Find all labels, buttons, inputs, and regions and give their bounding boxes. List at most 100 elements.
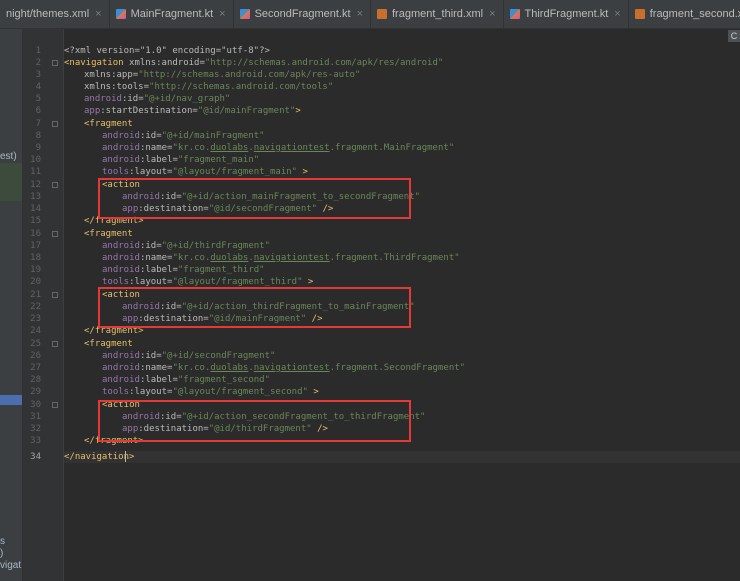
- xml-value: "@layout/fragment_second": [172, 387, 308, 397]
- line-number: 27: [30, 363, 41, 373]
- line-number: 26: [30, 351, 41, 361]
- tab-5[interactable]: fragment_second.xml×: [629, 0, 740, 28]
- xml-value: .fragment.SecondFragment": [329, 363, 466, 373]
- fold-marker-icon[interactable]: [52, 60, 58, 66]
- xml-attr: xmlns:android=: [123, 58, 205, 68]
- xml-attr: :name=: [139, 143, 173, 153]
- line-number: 3: [35, 70, 41, 80]
- xml-tag: >: [313, 387, 319, 397]
- line-number: 15: [30, 216, 41, 226]
- xml-tag: <navigation: [64, 58, 124, 68]
- xml-value: "@+id/nav_graph": [143, 94, 231, 104]
- xml-tag: >: [295, 106, 301, 116]
- fold-marker-icon[interactable]: [52, 231, 58, 237]
- line-number: 12: [30, 180, 41, 190]
- line-number: 6: [35, 106, 41, 116]
- xml-attr: :id=: [139, 131, 162, 141]
- xml-tag: <fragment: [84, 119, 133, 129]
- xml-attr: :startDestination=: [100, 106, 198, 116]
- xml-namespace: android: [102, 375, 140, 385]
- line-number: 17: [30, 241, 41, 251]
- code-line: tools:layout="@layout/fragment_main" >: [64, 166, 308, 178]
- line-number: 1: [35, 46, 41, 56]
- code-line: xmlns:tools="http://schemas.android.com/…: [64, 81, 333, 93]
- line-number: 13: [30, 192, 41, 202]
- tab-label: ThirdFragment.kt: [524, 8, 609, 20]
- close-icon[interactable]: ×: [219, 8, 225, 20]
- code-line: </navigation>: [64, 451, 134, 463]
- xml-tag: <fragment: [84, 229, 133, 239]
- xml-attr: :id=: [139, 241, 162, 251]
- xml-attr: :layout=: [129, 167, 173, 177]
- xml-value: navigationtest: [253, 253, 330, 263]
- xml-value: "@+id/mainFragment": [161, 131, 265, 141]
- xml-value: duolabs: [210, 253, 249, 263]
- project-tree-snippet[interactable]: vigat: [0, 560, 21, 571]
- fold-marker-icon[interactable]: [52, 292, 58, 298]
- kotlin-file-icon: [239, 9, 250, 19]
- tab-0[interactable]: night/themes.xml ×: [0, 0, 110, 28]
- xml-value: "@id/mainFragment": [197, 106, 296, 116]
- project-panel: est) s ) vigat: [0, 29, 23, 581]
- tab-4[interactable]: ThirdFragment.kt ×: [504, 0, 629, 28]
- code-line: android:id="@+id/mainFragment": [64, 130, 265, 142]
- line-number: 22: [30, 302, 41, 312]
- xml-value: "http://schemas.android.com/tools": [149, 82, 334, 92]
- xml-namespace: tools: [102, 167, 130, 177]
- fold-marker-icon[interactable]: [52, 121, 58, 127]
- xml-value: .fragment.ThirdFragment": [329, 253, 460, 263]
- tab-label: night/themes.xml: [6, 8, 90, 20]
- line-number: 2: [35, 58, 41, 68]
- current-line-highlight: [64, 451, 740, 463]
- text-caret: [125, 451, 126, 462]
- xml-value: "fragment_third": [177, 265, 265, 275]
- xml-value: "http://schemas.android.com/apk/res-auto…: [138, 70, 361, 80]
- code-line: <fragment: [64, 118, 133, 130]
- line-number: 11: [30, 167, 41, 177]
- xml-attr: :id=: [121, 94, 144, 104]
- xml-attr: :label=: [139, 265, 178, 275]
- line-number: 18: [30, 253, 41, 263]
- fold-marker-icon[interactable]: [52, 182, 58, 188]
- tab-2[interactable]: SecondFragment.kt ×: [234, 0, 371, 28]
- close-icon[interactable]: ×: [614, 8, 620, 20]
- tab-overflow-icon[interactable]: C: [728, 30, 740, 42]
- project-tree-selected-item[interactable]: [0, 395, 22, 405]
- close-icon[interactable]: ×: [489, 8, 495, 20]
- xml-value: "fragment_main": [177, 155, 260, 165]
- xml-namespace: android: [84, 94, 122, 104]
- xml-namespace: android: [102, 155, 140, 165]
- line-number: 8: [35, 131, 41, 141]
- line-number: 19: [30, 265, 41, 275]
- line-number: 25: [30, 339, 41, 349]
- xml-value: duolabs: [210, 363, 249, 373]
- xml-namespace: android: [102, 351, 140, 361]
- project-tree-snippet[interactable]: est): [0, 151, 17, 162]
- tab-3[interactable]: fragment_third.xml ×: [371, 0, 504, 28]
- project-tree-snippet[interactable]: ): [0, 548, 3, 559]
- xml-attr: :label=: [139, 155, 178, 165]
- project-tree-snippet[interactable]: s: [0, 536, 5, 547]
- line-number: 16: [30, 229, 41, 239]
- xml-attr: :label=: [139, 375, 178, 385]
- close-icon[interactable]: ×: [95, 8, 101, 20]
- xml-tag: </navigation>: [64, 452, 135, 462]
- xml-value: duolabs: [210, 143, 249, 153]
- line-number: 10: [30, 155, 41, 165]
- code-line: <fragment: [64, 228, 133, 240]
- fold-marker-icon[interactable]: [52, 341, 58, 347]
- fold-marker-icon[interactable]: [52, 402, 58, 408]
- code-line: android:label="fragment_main": [64, 154, 259, 166]
- close-icon[interactable]: ×: [357, 8, 363, 20]
- code-line: tools:layout="@layout/fragment_second" >: [64, 386, 319, 398]
- line-number: 20: [30, 277, 41, 287]
- line-number: 34: [30, 452, 41, 462]
- tab-label: fragment_third.xml: [392, 8, 484, 20]
- tab-1[interactable]: MainFragment.kt ×: [110, 0, 234, 28]
- xml-value: "kr.co.: [172, 363, 211, 373]
- xml-namespace: android: [102, 131, 140, 141]
- xml-namespace: android: [102, 241, 140, 251]
- project-tree-selection-bg: [0, 163, 22, 201]
- xml-value: navigationtest: [253, 143, 330, 153]
- action-highlight-box: [98, 178, 411, 219]
